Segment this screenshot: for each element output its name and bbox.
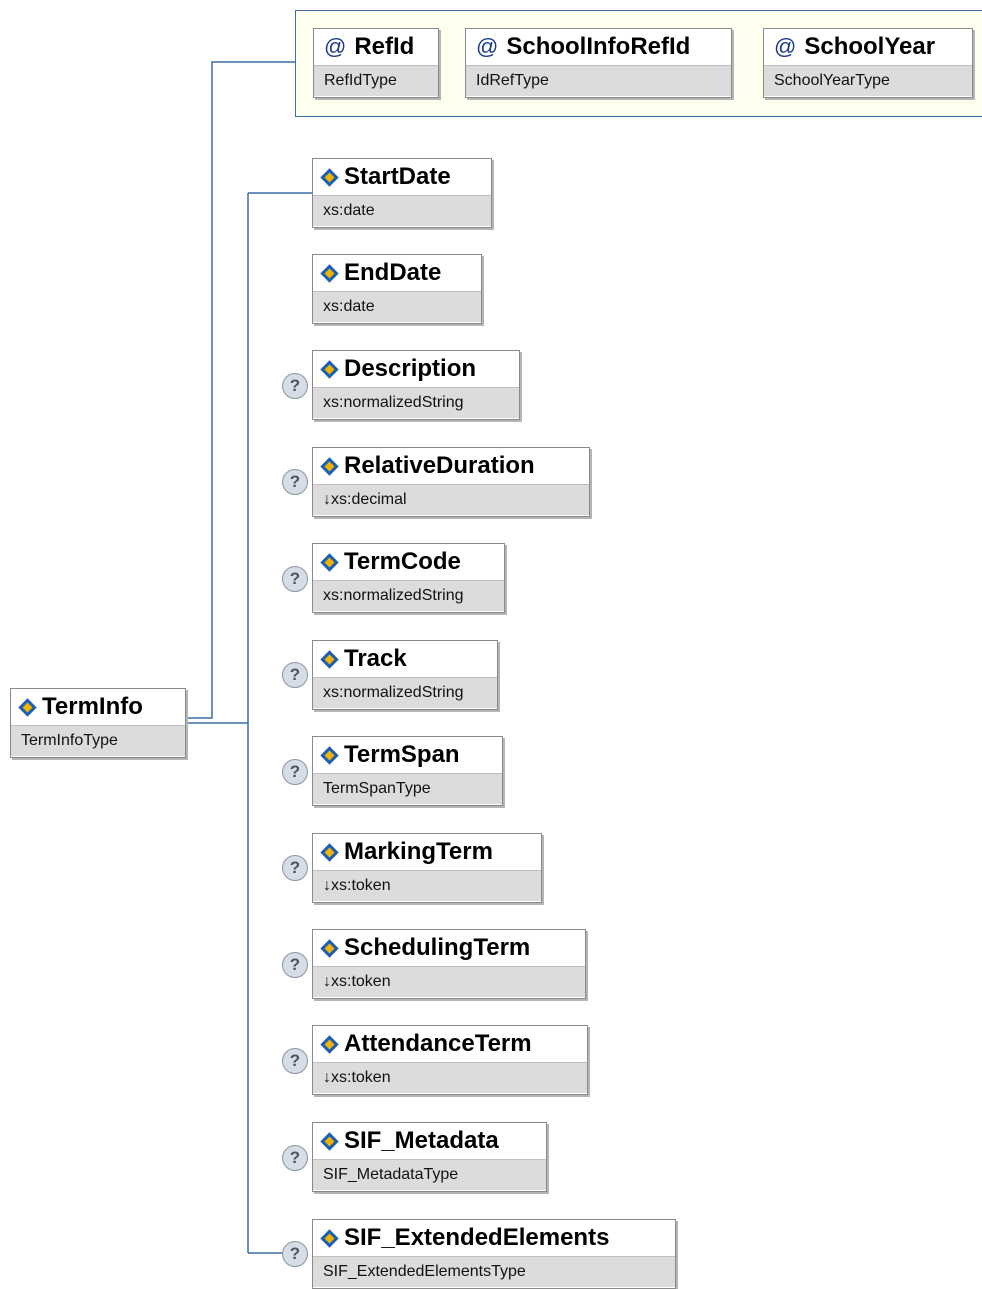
optional-question-icon: ? [282, 1241, 308, 1267]
element-name: TermSpan [344, 741, 460, 768]
element-name: EndDate [344, 259, 442, 286]
optional-question-icon: ? [282, 952, 308, 978]
element-icon [320, 263, 339, 283]
attribute-node-schoolinforefid[interactable]: @ SchoolInfoRefId IdRefType [465, 28, 732, 98]
element-name: RelativeDuration [344, 452, 535, 479]
element-name: AttendanceTerm [344, 1030, 532, 1057]
connector-attributes [186, 61, 295, 719]
element-name: TermCode [344, 548, 461, 575]
attribute-node-schoolyear[interactable]: @ SchoolYear SchoolYearType [763, 28, 973, 98]
optional-question-icon: ? [282, 566, 308, 592]
element-type: xs:normalizedString [313, 580, 504, 611]
attribute-type: RefIdType [314, 65, 438, 96]
attribute-name-row: @ SchoolYear [764, 29, 972, 65]
element-icon [320, 167, 339, 187]
element-icon [320, 745, 339, 765]
element-type: xs:normalizedString [313, 677, 497, 708]
element-icon [320, 649, 339, 669]
element-icon [320, 1228, 339, 1248]
element-type: xs:date [313, 195, 491, 226]
attribute-name-row: @ SchoolInfoRefId [466, 29, 731, 65]
element-name: SchedulingTerm [344, 934, 531, 961]
element-name-row: SIF_ExtendedElements [313, 1220, 675, 1256]
element-node-attendanceterm[interactable]: AttendanceTerm ↓xs:token [312, 1025, 588, 1095]
element-name: SIF_Metadata [344, 1127, 499, 1154]
element-name-row: SIF_Metadata [313, 1123, 546, 1159]
element-node-sif-metadata[interactable]: SIF_Metadata SIF_MetadataType [312, 1122, 547, 1192]
element-type: xs:normalizedString [313, 387, 519, 418]
element-node-sif-extendedelements[interactable]: SIF_ExtendedElements SIF_ExtendedElement… [312, 1219, 676, 1289]
element-node-termcode[interactable]: TermCode xs:normalizedString [312, 543, 505, 613]
element-name: SIF_ExtendedElements [344, 1224, 610, 1251]
attribute-group: @ RefId RefIdType @ SchoolInfoRefId IdRe… [295, 10, 982, 117]
attribute-name: SchoolInfoRefId [506, 33, 691, 60]
attribute-at-icon: @ [476, 34, 499, 59]
element-name-row: Track [313, 641, 497, 677]
root-node-type: TermInfoType [11, 725, 185, 756]
element-icon [320, 552, 339, 572]
element-icon [320, 938, 339, 958]
element-name-row: SchedulingTerm [313, 930, 585, 966]
element-type: ↓xs:token [313, 870, 541, 901]
attribute-name-row: @ RefId [314, 29, 438, 65]
element-icon [320, 1131, 339, 1151]
element-name-row: RelativeDuration [313, 448, 589, 484]
optional-question-icon: ? [282, 855, 308, 881]
element-type: ↓xs:token [313, 966, 585, 997]
element-icon [320, 1034, 339, 1054]
element-icon [320, 456, 339, 476]
element-name-row: Description [313, 351, 519, 387]
element-icon [320, 359, 339, 379]
element-node-relativeduration[interactable]: RelativeDuration ↓xs:decimal [312, 447, 590, 517]
element-node-startdate[interactable]: StartDate xs:date [312, 158, 492, 228]
element-icon [18, 697, 37, 717]
attribute-type: SchoolYearType [764, 65, 972, 96]
element-name: Track [344, 645, 407, 672]
element-name-row: StartDate [313, 159, 491, 195]
element-name-row: MarkingTerm [313, 834, 541, 870]
element-type: ↓xs:decimal [313, 484, 589, 515]
element-name-row: EndDate [313, 255, 481, 291]
element-node-schedulingterm[interactable]: SchedulingTerm ↓xs:token [312, 929, 586, 999]
attribute-node-refid[interactable]: @ RefId RefIdType [313, 28, 439, 98]
element-node-track[interactable]: Track xs:normalizedString [312, 640, 498, 710]
element-name-row: AttendanceTerm [313, 1026, 587, 1062]
attribute-type: IdRefType [466, 65, 731, 96]
element-name: Description [344, 355, 477, 382]
element-name-row: TermCode [313, 544, 504, 580]
attribute-at-icon: @ [324, 34, 347, 59]
element-type: SIF_ExtendedElementsType [313, 1256, 675, 1287]
element-name-row: TermSpan [313, 737, 502, 773]
attribute-name: SchoolYear [804, 33, 936, 60]
element-name: StartDate [344, 163, 451, 190]
element-type: ↓xs:token [313, 1062, 587, 1093]
optional-question-icon: ? [282, 373, 308, 399]
attribute-at-icon: @ [774, 34, 797, 59]
element-type: SIF_MetadataType [313, 1159, 546, 1190]
optional-question-icon: ? [282, 662, 308, 688]
element-type: TermSpanType [313, 773, 502, 804]
element-type: xs:date [313, 291, 481, 322]
optional-question-icon: ? [282, 469, 308, 495]
element-node-markingterm[interactable]: MarkingTerm ↓xs:token [312, 833, 542, 903]
element-node-enddate[interactable]: EndDate xs:date [312, 254, 482, 324]
attribute-name: RefId [354, 33, 415, 60]
element-icon [320, 842, 339, 862]
optional-question-icon: ? [282, 1048, 308, 1074]
optional-question-icon: ? [282, 759, 308, 785]
root-node-name: TermInfo [42, 693, 143, 720]
optional-question-icon: ? [282, 1145, 308, 1171]
element-node-description[interactable]: Description xs:normalizedString [312, 350, 520, 420]
element-name: MarkingTerm [344, 838, 493, 865]
root-node[interactable]: TermInfo TermInfoType [10, 688, 186, 758]
root-node-name-row: TermInfo [11, 689, 185, 725]
element-node-termspan[interactable]: TermSpan TermSpanType [312, 736, 503, 806]
